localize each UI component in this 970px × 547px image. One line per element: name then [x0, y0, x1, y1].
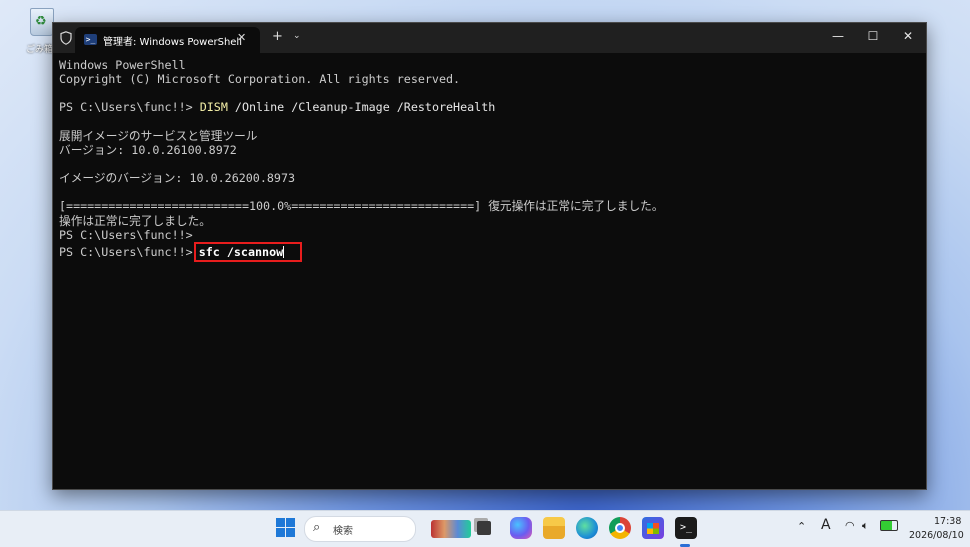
- clock-date[interactable]: 2026/08/10: [909, 530, 964, 541]
- recycle-bin-icon: ♻: [30, 8, 54, 36]
- clock-time[interactable]: 17:38: [934, 516, 961, 527]
- highlighted-command-input[interactable]: sfc /scannow: [193, 241, 303, 262]
- search-placeholder: 検索: [333, 526, 353, 537]
- console-line: Windows PowerShell: [59, 58, 186, 72]
- maximize-button[interactable]: ☐: [863, 29, 883, 43]
- start-button[interactable]: [275, 517, 297, 539]
- progress-line: [==========================100.0%=======…: [59, 199, 664, 214]
- store-icon[interactable]: [642, 517, 664, 539]
- prompt: PS C:\Users\func!!>: [59, 244, 193, 259]
- console-line: PS C:\Users\func!!>: [59, 227, 193, 242]
- active-prompt-line[interactable]: PS C:\Users\func!!> sfc /scannow: [59, 241, 919, 262]
- powershell-icon: >_: [84, 34, 97, 45]
- tab-powershell[interactable]: >_ 管理者: Windows PowerShell ✕: [75, 27, 260, 53]
- command-args: /Online /Cleanup-Image /RestoreHealth: [227, 100, 496, 115]
- battery-icon[interactable]: [880, 520, 898, 531]
- terminal-window: >_ 管理者: Windows PowerShell ✕ + ⌄ — ☐ ✕ W…: [52, 22, 927, 490]
- close-button[interactable]: ✕: [898, 29, 918, 43]
- search-icon: ⌕: [313, 520, 321, 535]
- console-line: 操作は正常に完了しました。: [59, 213, 211, 228]
- chrome-icon[interactable]: [609, 517, 631, 539]
- typed-command: sfc /scannow: [198, 244, 284, 259]
- terminal-taskbar-icon[interactable]: >_: [675, 517, 697, 539]
- ime-indicator[interactable]: A: [821, 517, 831, 533]
- task-view-icon[interactable]: [477, 521, 491, 535]
- search-box[interactable]: ⌕ 検索: [304, 516, 471, 542]
- speaker-icon[interactable]: 🔈︎: [862, 519, 869, 533]
- edge-icon[interactable]: [576, 517, 598, 539]
- text-cursor: [283, 246, 285, 259]
- console-line: バージョン: 10.0.26100.8972: [59, 142, 237, 157]
- console-line: イメージのバージョン: 10.0.26200.8973: [59, 171, 296, 186]
- chevron-up-icon[interactable]: ⌃: [797, 520, 806, 533]
- console-line: Copyright (C) Microsoft Corporation. All…: [59, 72, 461, 87]
- tab-title: 管理者: Windows PowerShell: [103, 37, 242, 48]
- copilot-icon[interactable]: [510, 517, 532, 539]
- wifi-icon[interactable]: ◠: [845, 519, 855, 532]
- admin-shield-icon: [60, 31, 72, 45]
- minimize-button[interactable]: —: [828, 29, 848, 43]
- recycle-bin-label: ごみ箱: [26, 45, 54, 55]
- search-highlight-icon: [431, 520, 471, 538]
- console-line: 展開イメージのサービスと管理ツール: [59, 128, 258, 143]
- console-command-line: PS C:\Users\func!!> DISM /Online /Cleanu…: [59, 100, 919, 114]
- new-tab-button[interactable]: +: [272, 29, 283, 44]
- console-output[interactable]: Windows PowerShell Copyright (C) Microso…: [59, 58, 919, 262]
- file-explorer-icon[interactable]: [543, 517, 565, 539]
- prompt: PS C:\Users\func!!>: [59, 100, 200, 115]
- taskbar: ⌕ 検索 >_ ⌃ A ◠ 🔈︎ 17:38 2026/08/10: [0, 510, 970, 547]
- command-name: DISM: [199, 100, 228, 115]
- title-bar[interactable]: >_ 管理者: Windows PowerShell ✕ + ⌄ — ☐ ✕: [53, 23, 926, 53]
- chevron-down-icon[interactable]: ⌄: [293, 31, 301, 41]
- tab-close-icon[interactable]: ✕: [237, 31, 246, 44]
